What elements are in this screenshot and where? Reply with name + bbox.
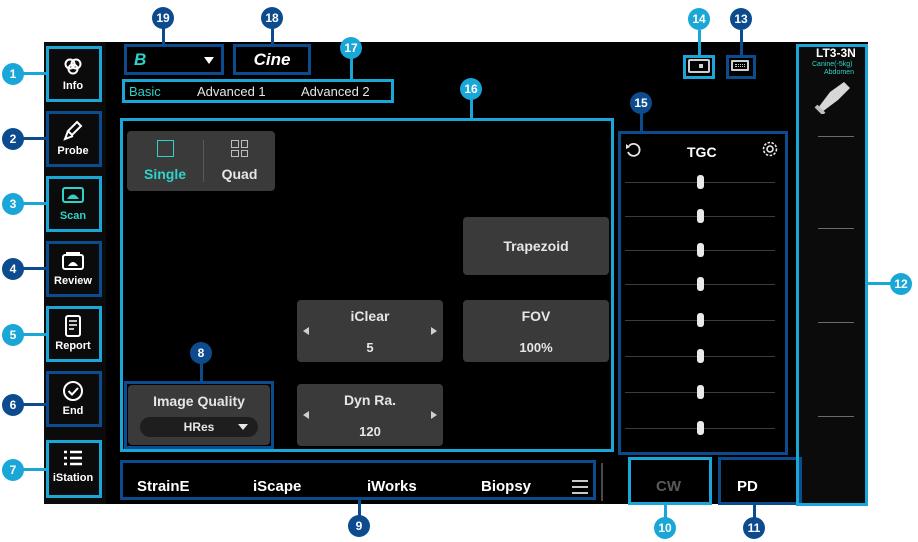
callout-badge-14: 14	[688, 8, 710, 30]
callout-outline-7	[46, 440, 102, 498]
callout-badge-19: 19	[152, 7, 174, 29]
callout-outline-14	[683, 55, 715, 79]
callout-outline-4	[46, 241, 102, 297]
callout-badge-15: 15	[630, 92, 652, 114]
callout-outline-19	[124, 44, 224, 75]
callout-badge-7: 7	[2, 459, 24, 481]
callout-badge-9: 9	[348, 515, 370, 537]
callout-badge-6: 6	[2, 394, 24, 416]
callout-badge-13: 13	[730, 8, 752, 30]
callout-badge-1: 1	[2, 63, 24, 85]
callout-badge-10: 10	[654, 517, 676, 539]
callout-outline-2	[46, 111, 102, 167]
callout-outline-9	[120, 460, 596, 500]
callout-badge-11: 11	[743, 517, 765, 539]
callout-badge-17: 17	[340, 37, 362, 59]
callout-badge-5: 5	[2, 324, 24, 346]
callout-outline-13	[726, 55, 756, 79]
callout-outline-15	[618, 131, 788, 455]
callout-badge-16: 16	[460, 78, 482, 100]
callout-badge-8: 8	[190, 342, 212, 364]
callout-outline-11	[718, 457, 802, 505]
callout-outline-10	[628, 457, 712, 505]
callout-outline-12	[796, 44, 868, 506]
callout-outline-3	[46, 176, 102, 232]
callout-outline-17	[122, 79, 394, 103]
callout-outline-5	[46, 306, 102, 362]
callout-outline-16	[120, 118, 614, 452]
callout-badge-12: 12	[890, 273, 912, 295]
callout-outline-18	[233, 44, 311, 75]
callout-outline-1	[46, 46, 102, 102]
callout-badge-2: 2	[2, 128, 24, 150]
callout-badge-18: 18	[261, 7, 283, 29]
callout-badge-4: 4	[2, 258, 24, 280]
callout-badge-3: 3	[2, 193, 24, 215]
toolbar-divider	[601, 463, 603, 501]
callout-outline-6	[46, 371, 102, 427]
